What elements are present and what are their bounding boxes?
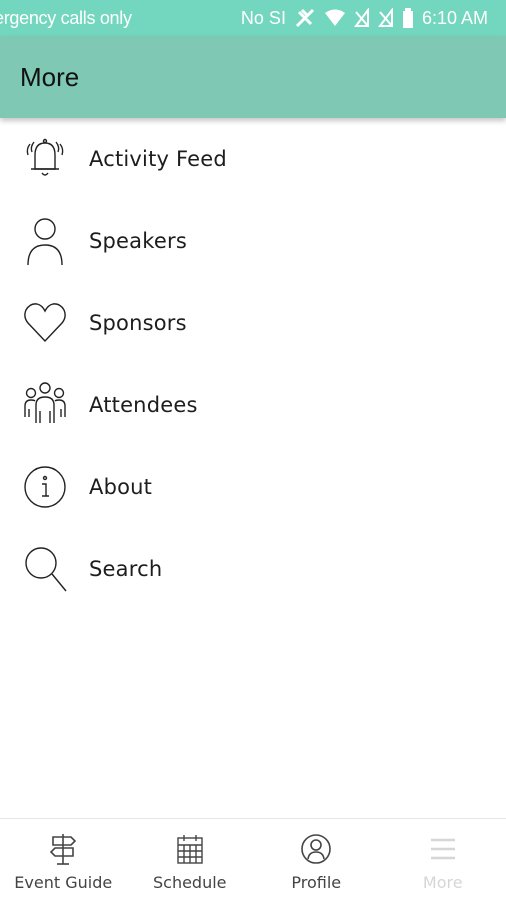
menu-item-label: Attendees [89, 393, 198, 417]
clock: 6:10 AM [421, 7, 488, 28]
menu-icon [429, 831, 457, 867]
info-icon [20, 459, 70, 515]
menu-item-sponsors[interactable]: Sponsors [0, 282, 506, 364]
heart-icon [20, 295, 70, 351]
bell-icon [20, 131, 70, 187]
nav-label: Profile [291, 873, 342, 892]
wifi-icon [324, 9, 346, 27]
menu-item-search[interactable]: Search [0, 528, 506, 610]
more-menu-list: Activity Feed Speakers Sponsors Attendee… [0, 118, 506, 610]
signpost-icon [49, 831, 77, 867]
calendar-icon [176, 831, 204, 867]
nav-schedule[interactable]: Schedule [127, 819, 254, 900]
menu-item-label: Activity Feed [89, 147, 227, 171]
nav-profile[interactable]: Profile [253, 819, 380, 900]
menu-item-activity-feed[interactable]: Activity Feed [0, 118, 506, 200]
signal-off-icon [353, 8, 370, 28]
app-bar: More [0, 36, 506, 118]
nav-event-guide[interactable]: Event Guide [0, 819, 127, 900]
nav-label: Event Guide [14, 873, 113, 892]
nav-label: More [422, 873, 463, 892]
nav-more[interactable]: More [380, 819, 506, 900]
signal-off-icon [377, 8, 394, 28]
menu-item-about[interactable]: About [0, 446, 506, 528]
battery-icon [402, 8, 414, 28]
menu-item-label: Search [89, 557, 163, 581]
menu-item-label: About [89, 475, 153, 499]
profile-icon [300, 831, 332, 867]
menu-item-label: Speakers [89, 229, 187, 253]
person-icon [20, 213, 70, 269]
menu-item-speakers[interactable]: Speakers [0, 200, 506, 282]
carrier-text: ergency calls only [0, 7, 132, 28]
menu-item-label: Sponsors [89, 311, 187, 335]
page-title: More [20, 61, 80, 92]
status-icons: No SI 6:10 AM [241, 7, 488, 29]
sim-text: No SI [240, 7, 286, 28]
nav-label: Schedule [152, 873, 227, 892]
bottom-nav: Event Guide Schedule Profile More [0, 818, 506, 900]
status-bar: ergency calls only No SI 6:10 AM [0, 0, 506, 36]
no-sim-icon [294, 7, 316, 29]
search-icon [20, 541, 70, 597]
menu-item-attendees[interactable]: Attendees [0, 364, 506, 446]
people-icon [20, 377, 70, 433]
